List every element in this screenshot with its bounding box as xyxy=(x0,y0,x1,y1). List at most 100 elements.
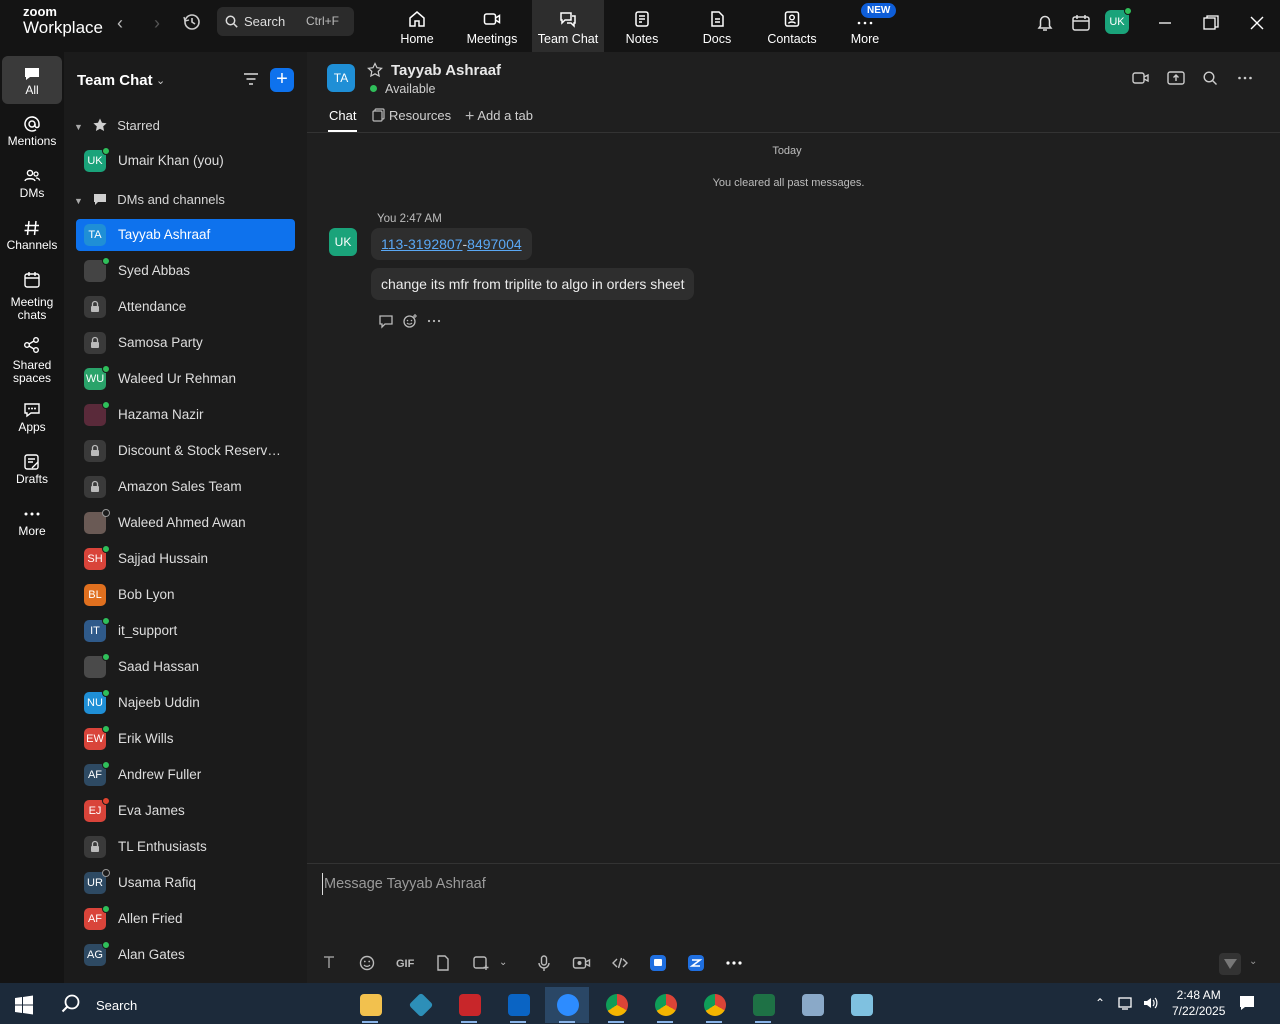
notifications-icon[interactable] xyxy=(1238,994,1256,1017)
tray-chevron-up-icon[interactable]: ⌃ xyxy=(1095,996,1105,1010)
sidebar-item[interactable]: Attendance xyxy=(76,291,295,323)
rail-item-dms[interactable]: DMs xyxy=(2,166,62,200)
taskbar-clock[interactable]: 2:48 AM 7/22/2025 xyxy=(1172,987,1225,1019)
tab-docs[interactable]: Docs xyxy=(681,0,753,52)
rail-item-all[interactable]: All xyxy=(2,56,62,104)
sidebar-item[interactable]: Saad Hassan xyxy=(76,651,295,683)
zoom-taskbar-icon[interactable] xyxy=(545,987,589,1023)
screenshot-icon[interactable] xyxy=(472,954,490,974)
emoji-icon[interactable] xyxy=(358,954,376,974)
app-icon-2[interactable] xyxy=(687,954,705,974)
contact-avatar[interactable]: TA xyxy=(327,64,355,92)
video-message-icon[interactable] xyxy=(572,954,592,974)
notepad-icon[interactable] xyxy=(839,987,883,1023)
message-bubble-link[interactable]: 113-3192807-8497004 xyxy=(371,228,532,260)
bell-icon[interactable] xyxy=(1034,12,1056,34)
more-options-icon[interactable] xyxy=(1237,70,1253,91)
text-format-icon[interactable] xyxy=(321,954,337,974)
chrome-icon-2[interactable] xyxy=(643,987,687,1023)
message-input[interactable] xyxy=(322,873,1222,895)
sidebar-item[interactable]: UR Usama Rafiq xyxy=(76,867,295,899)
sidebar-item[interactable]: AF Allen Fried xyxy=(76,903,295,935)
add-tab-button[interactable]: + Add a tab xyxy=(465,108,533,126)
sidebar-item[interactable]: SH Sajjad Hussain xyxy=(76,543,295,575)
sidebar-item[interactable]: BL Bob Lyon xyxy=(76,579,295,611)
windows-start-icon[interactable] xyxy=(14,995,34,1020)
user-avatar[interactable]: UK xyxy=(1105,7,1132,34)
message-bubble-text[interactable]: change its mfr from triplite to algo in … xyxy=(371,268,695,300)
sidebar-item[interactable]: Discount & Stock Reservati... xyxy=(76,435,295,467)
tab-contacts[interactable]: Contacts xyxy=(756,0,828,52)
screen-share-icon[interactable] xyxy=(1167,70,1185,91)
network-icon[interactable] xyxy=(1117,995,1135,1016)
tab-notes[interactable]: Notes xyxy=(606,0,678,52)
restore-icon[interactable] xyxy=(1201,13,1223,35)
sidebar-item[interactable]: Waleed Ahmed Awan xyxy=(76,507,295,539)
emoji-reaction-icon[interactable] xyxy=(402,313,418,334)
history-icon[interactable] xyxy=(181,11,205,35)
sidebar-item[interactable]: NU Najeeb Uddin xyxy=(76,687,295,719)
rail-item-mentions[interactable]: Mentions xyxy=(2,114,62,148)
sidebar-item[interactable]: Hazama Nazir xyxy=(76,399,295,431)
volume-icon[interactable] xyxy=(1142,995,1160,1016)
outlook-icon[interactable] xyxy=(496,987,540,1023)
more-actions-icon[interactable] xyxy=(426,313,442,334)
screenshot-options-chevron-icon[interactable]: ⌄ xyxy=(499,957,507,977)
sidebar-item[interactable]: AF Andrew Fuller xyxy=(76,759,295,791)
calculator-icon[interactable] xyxy=(790,987,834,1023)
reply-icon[interactable] xyxy=(378,313,394,334)
sidebar-item[interactable]: EW Erik Wills xyxy=(76,723,295,755)
sidebar-item[interactable]: TA Tayyab Ashraaf xyxy=(76,219,295,251)
taskbar-search[interactable]: Search xyxy=(60,993,137,1015)
app-icon-1[interactable] xyxy=(649,954,667,974)
message-list[interactable]: Today You cleared all past messages. UK … xyxy=(307,134,1280,864)
send-options-chevron-icon[interactable]: ⌄ xyxy=(1249,956,1257,976)
forward-arrow-icon[interactable]: › xyxy=(145,12,169,36)
filter-icon[interactable] xyxy=(242,70,260,93)
section-dms-channels[interactable]: ▼ DMs and channels xyxy=(74,191,225,207)
video-call-icon[interactable] xyxy=(1132,70,1150,91)
tab-chat[interactable]: Chat xyxy=(327,108,358,132)
filezilla-icon[interactable] xyxy=(447,987,491,1023)
search-box[interactable]: Search Ctrl+F xyxy=(217,7,354,36)
rail-item-channels[interactable]: Channels xyxy=(2,218,62,252)
sidebar-item[interactable]: WU Waleed Ur Rehman xyxy=(76,363,295,395)
section-starred[interactable]: ▼ Starred xyxy=(74,117,160,133)
sidebar-item[interactable]: TL Enthusiasts xyxy=(76,831,295,863)
rail-item-apps[interactable]: Apps xyxy=(2,400,62,434)
sidebar-item[interactable]: Syed Abbas xyxy=(76,255,295,287)
sidebar-item[interactable]: UK Umair Khan (you) xyxy=(76,145,295,177)
message-link-part2[interactable]: 8497004 xyxy=(467,236,522,252)
chrome-icon-3[interactable] xyxy=(692,987,736,1023)
tab-resources[interactable]: Resources xyxy=(372,108,451,123)
send-button[interactable] xyxy=(1219,953,1241,975)
sender-avatar[interactable]: UK xyxy=(329,228,357,256)
sidebar-item[interactable]: EJ Eva James xyxy=(76,795,295,827)
rail-item-more[interactable]: More xyxy=(2,504,62,538)
chevron-down-icon[interactable]: ⌄ xyxy=(156,74,165,87)
sidebar-item[interactable]: Amazon Sales Team xyxy=(76,471,295,503)
microphone-icon[interactable] xyxy=(536,954,552,974)
gif-button[interactable]: GIF xyxy=(396,958,414,978)
minimize-icon[interactable] xyxy=(1155,15,1177,37)
star-outline-icon[interactable] xyxy=(367,62,383,83)
sidebar-title[interactable]: Team Chat xyxy=(77,72,153,89)
search-icon[interactable] xyxy=(1202,70,1218,91)
more-tools-icon[interactable] xyxy=(725,954,743,974)
file-icon[interactable] xyxy=(435,954,451,974)
tab-team-chat[interactable]: Team Chat xyxy=(532,0,604,52)
sidebar-item[interactable]: AG Alan Gates xyxy=(76,939,295,971)
rail-item-drafts[interactable]: Drafts xyxy=(2,452,62,486)
chrome-icon-1[interactable] xyxy=(594,987,638,1023)
excel-icon[interactable] xyxy=(741,987,785,1023)
rail-item-meeting-chats[interactable]: Meeting chats xyxy=(2,270,62,322)
message-link-part1[interactable]: 113-3192807 xyxy=(381,236,462,252)
contact-name[interactable]: Tayyab Ashraaf xyxy=(391,62,501,79)
sidebar-item[interactable]: Samosa Party xyxy=(76,327,295,359)
new-chat-button[interactable]: + xyxy=(270,68,294,92)
close-icon[interactable] xyxy=(1247,13,1269,35)
calendar-widget-icon[interactable] xyxy=(1070,12,1092,34)
tab-meetings[interactable]: Meetings xyxy=(456,0,528,52)
rail-item-shared-spaces[interactable]: Shared spaces xyxy=(2,335,62,385)
file-explorer-icon[interactable] xyxy=(348,987,392,1023)
